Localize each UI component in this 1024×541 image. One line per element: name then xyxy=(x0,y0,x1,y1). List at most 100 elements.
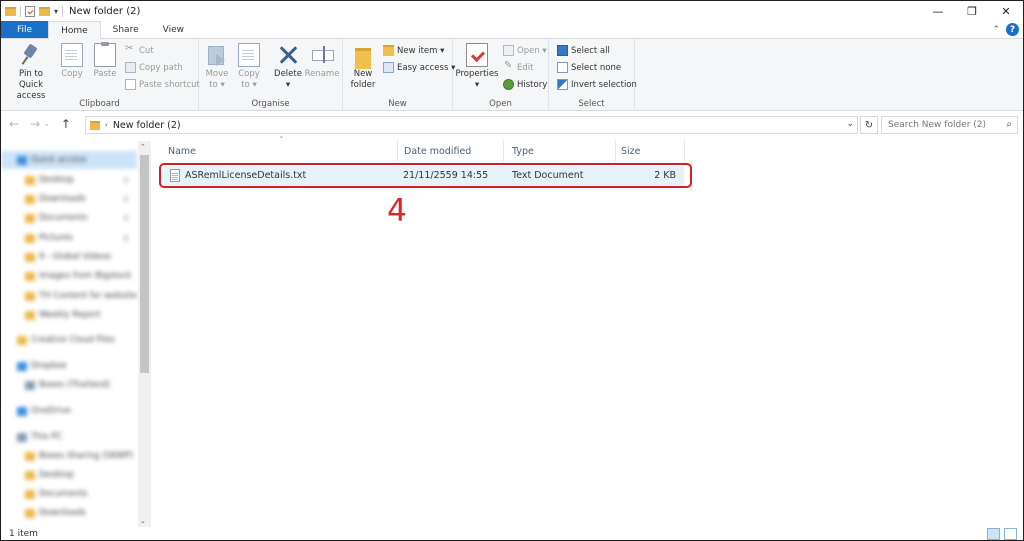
folder-icon xyxy=(25,175,35,185)
tab-home[interactable]: Home xyxy=(48,21,101,39)
new-item-button[interactable]: New item ▾ xyxy=(383,45,444,56)
paste-button[interactable]: Paste xyxy=(91,42,119,80)
window-title: New folder (2) xyxy=(69,5,141,17)
open-button[interactable]: Open ▾ xyxy=(503,45,547,56)
tab-share[interactable]: Share xyxy=(101,21,151,38)
nav-item[interactable]: Downloads xyxy=(1,504,137,522)
edit-button[interactable]: Edit xyxy=(503,60,533,73)
properties-icon[interactable] xyxy=(25,5,35,17)
breadcrumb-chevron-icon[interactable]: › xyxy=(105,121,108,129)
nav-item[interactable]: Creative Cloud Files xyxy=(1,331,137,349)
status-bar: 1 item xyxy=(1,527,1023,540)
cut-button[interactable]: Cut xyxy=(125,43,154,56)
back-icon[interactable]: ← xyxy=(9,117,19,131)
refresh-button[interactable]: ↻ xyxy=(860,116,878,134)
restore-button[interactable]: ❐ xyxy=(955,1,989,21)
nav-item[interactable]: TH Content for website xyxy=(1,287,137,305)
folder-icon xyxy=(25,194,35,204)
select-all-button[interactable]: Select all xyxy=(557,45,610,56)
folder-icon xyxy=(25,470,35,480)
search-input[interactable] xyxy=(888,120,998,130)
group-label-clipboard: Clipboard xyxy=(79,99,120,109)
tab-file[interactable]: File xyxy=(1,21,49,38)
rename-icon xyxy=(311,43,334,67)
forward-icon[interactable]: → xyxy=(30,117,40,131)
address-bar[interactable]: › New folder (2) ⌄ xyxy=(85,116,858,134)
new-item-label: New item ▾ xyxy=(397,45,445,56)
nav-item[interactable]: Documents xyxy=(1,485,137,503)
nav-item[interactable]: Weekly Report xyxy=(1,306,137,324)
search-box[interactable]: ⌕ xyxy=(881,116,1018,134)
view-toggles xyxy=(987,528,1017,540)
scroll-down-icon[interactable]: ⌄ xyxy=(140,517,146,525)
new-folder-button[interactable]: New folder xyxy=(349,43,377,91)
nav-item[interactable]: Dropbox xyxy=(1,357,137,375)
star-icon xyxy=(17,155,27,165)
delete-button[interactable]: Delete ▾ xyxy=(273,43,303,91)
recent-locations-icon[interactable]: ⌄ xyxy=(43,119,50,131)
annotation-highlight-box xyxy=(159,163,692,188)
nav-item[interactable]: 9 - Global Videos xyxy=(1,248,137,266)
breadcrumb[interactable]: New folder (2) xyxy=(113,120,181,131)
nav-scrollbar[interactable]: ⌃ ⌄ xyxy=(138,141,151,527)
scroll-up-icon[interactable]: ⌃ xyxy=(140,143,146,151)
address-dropdown-icon[interactable]: ⌄ xyxy=(846,119,854,129)
nav-item-label: Boxes (Thailand) xyxy=(39,380,111,390)
paste-shortcut-button[interactable]: Paste shortcut xyxy=(125,79,200,90)
move-to-button[interactable]: Move to ▾ xyxy=(205,43,229,91)
nav-item[interactable]: This PC xyxy=(1,428,137,446)
select-none-button[interactable]: Select none xyxy=(557,62,621,73)
invert-selection-icon xyxy=(557,79,568,90)
nav-item[interactable]: Desktop xyxy=(1,466,137,484)
history-button[interactable]: History xyxy=(503,79,547,90)
minimize-button[interactable]: — xyxy=(921,1,955,21)
copy-path-button[interactable]: Copy path xyxy=(125,62,183,73)
folder-icon xyxy=(25,451,35,461)
nav-item[interactable]: Quick access xyxy=(1,151,137,169)
help-icon[interactable]: ? xyxy=(1006,23,1019,36)
collapse-ribbon-icon[interactable]: ⌃ xyxy=(992,25,1000,35)
tab-view[interactable]: View xyxy=(151,21,196,38)
nav-item[interactable]: Pictures ⚲ xyxy=(1,229,137,247)
folder-icon xyxy=(352,43,374,69)
nav-item[interactable]: Desktop ⚲ xyxy=(1,171,137,189)
folder-icon xyxy=(25,489,35,499)
folder-icon xyxy=(25,233,35,243)
customize-toolbar-dropdown-icon[interactable]: ▾ xyxy=(54,7,58,16)
paste-shortcut-icon xyxy=(125,79,136,90)
nav-item-label: Quick access xyxy=(31,155,87,165)
column-header-size[interactable]: Size xyxy=(607,141,685,161)
details-view-icon[interactable] xyxy=(987,528,1000,540)
new-folder-icon[interactable] xyxy=(39,6,50,16)
nav-item-label: Downloads xyxy=(39,194,86,204)
column-header-name[interactable]: ⌃ Name xyxy=(154,135,398,161)
easy-access-label: Easy access ▾ xyxy=(397,62,456,73)
column-header-label: Date modified xyxy=(404,145,472,157)
nav-item[interactable]: Boxes (Thailand) xyxy=(1,376,137,394)
copy-button[interactable]: Copy xyxy=(59,43,85,80)
pin-to-quick-access-button[interactable]: Pin to Quick access xyxy=(7,43,55,102)
nav-item[interactable]: Boxes Sharing (SKWP) xyxy=(1,447,137,465)
cloud-folder-icon xyxy=(17,335,27,345)
nav-item[interactable]: Downloads ⚲ xyxy=(1,190,137,208)
column-header-date[interactable]: Date modified xyxy=(390,141,504,161)
navigation-buttons: ← → ⌄ ↑ xyxy=(9,117,71,131)
ribbon-tabs: File Home Share View ⌃ ? xyxy=(1,21,1023,39)
properties-button[interactable]: Properties ▾ xyxy=(456,43,498,91)
nav-item[interactable]: OneDrive xyxy=(1,402,137,420)
new-group: New folder New item ▾ Easy access ▾ New xyxy=(343,39,455,111)
nav-item[interactable]: Documents ⚲ xyxy=(1,209,137,227)
column-header-type[interactable]: Type xyxy=(498,141,616,161)
invert-selection-button[interactable]: Invert selection xyxy=(557,79,637,90)
folder-icon xyxy=(5,6,16,16)
close-button[interactable]: ✕ xyxy=(989,1,1023,21)
nav-item[interactable]: Images from Bigstock xyxy=(1,267,137,285)
window-controls: — ❐ ✕ xyxy=(921,1,1023,21)
nav-item-label: Documents xyxy=(39,213,88,223)
scrollbar-thumb[interactable] xyxy=(140,155,149,373)
large-icons-view-icon[interactable] xyxy=(1004,528,1017,540)
rename-button[interactable]: Rename xyxy=(305,43,339,80)
copy-to-button[interactable]: Copy to ▾ xyxy=(237,43,261,91)
up-icon[interactable]: ↑ xyxy=(61,117,71,131)
easy-access-button[interactable]: Easy access ▾ xyxy=(383,62,455,73)
